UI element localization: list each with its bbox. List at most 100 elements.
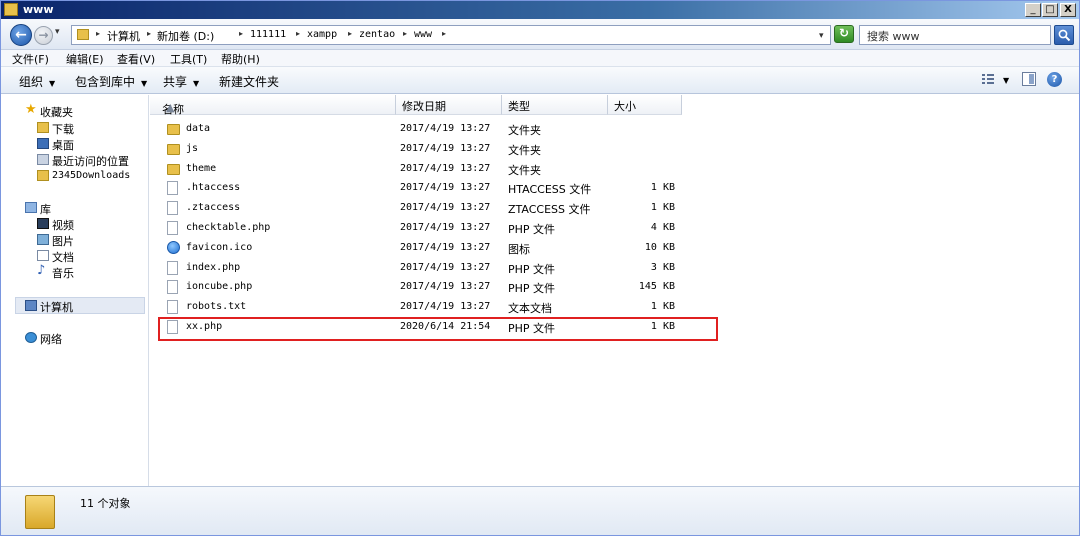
file-row[interactable]: js 2017/4/19 13:27 文件夹	[159, 141, 859, 159]
refresh-button[interactable]: ↻	[834, 25, 854, 43]
nav-downloads-label: 下载	[52, 123, 74, 136]
breadcrumb-xampp[interactable]: xampp	[307, 29, 337, 40]
nav-videos-label: 视频	[52, 219, 74, 232]
nav-documents-label: 文档	[52, 251, 74, 264]
file-name: .ztaccess	[186, 202, 241, 214]
nav-network-label: 网络	[40, 333, 62, 346]
nav-desktop-label: 桌面	[52, 139, 74, 152]
library-icon	[25, 202, 37, 213]
highlight-box	[158, 317, 718, 341]
column-header-type[interactable]: 类型	[502, 95, 608, 115]
menu-edit[interactable]: 编辑(E)	[66, 51, 104, 67]
new-folder-button[interactable]: 新建文件夹	[219, 73, 279, 90]
arrow-right-icon: →	[38, 28, 49, 42]
folder-icon	[77, 29, 89, 40]
file-date: 2017/4/19 13:27	[400, 182, 491, 194]
share-label: 共享	[163, 75, 188, 89]
file-name: js	[186, 142, 199, 154]
chevron-right-icon[interactable]: ▸	[96, 29, 100, 38]
include-library-button[interactable]: 包含到库中 ▼	[75, 73, 147, 90]
organize-button[interactable]: 组织 ▼	[19, 73, 55, 90]
file-name: index.php	[186, 261, 241, 273]
file-row[interactable]: robots.txt 2017/4/19 13:27 文本文档 1 KB	[159, 299, 859, 317]
file-row[interactable]: index.php 2017/4/19 13:27 PHP 文件 3 KB	[159, 260, 859, 278]
file-icon	[167, 221, 178, 235]
file-size: 145 KB	[638, 281, 675, 293]
desktop-icon	[37, 138, 49, 149]
forward-button[interactable]: →	[34, 26, 53, 45]
file-row[interactable]: data 2017/4/19 13:27 文件夹	[159, 121, 859, 139]
back-button[interactable]: ←	[10, 24, 32, 46]
column-header-name[interactable]: 名称 ▲	[150, 95, 396, 116]
search-input[interactable]: 搜索 www	[859, 25, 1051, 45]
file-type: PHP 文件	[508, 282, 556, 296]
file-type: ZTACCESS 文件	[508, 203, 591, 217]
column-type-label: 类型	[508, 100, 530, 113]
maximize-button[interactable]: □	[1042, 3, 1058, 17]
file-row[interactable]: checktable.php 2017/4/19 13:27 PHP 文件 4 KB	[159, 220, 859, 238]
file-type: 文件夹	[508, 124, 541, 137]
file-date: 2017/4/19 13:27	[400, 301, 491, 313]
chevron-down-icon: ▼	[193, 79, 200, 88]
file-date: 2017/4/19 13:27	[400, 123, 491, 134]
details-pane: 11 个对象	[1, 486, 1079, 535]
file-row[interactable]: ioncube.php 2017/4/19 13:27 PHP 文件 145 KB	[159, 279, 859, 297]
view-options-dropdown[interactable]: ▼	[1003, 76, 1009, 85]
file-size: 3 KB	[650, 261, 675, 273]
search-button[interactable]	[1054, 25, 1074, 45]
network-icon	[25, 332, 37, 343]
close-button[interactable]: X	[1060, 3, 1076, 17]
file-icon	[167, 260, 178, 275]
nav-recent-places-label: 最近访问的位置	[52, 155, 129, 168]
file-date: 2017/4/19 13:27	[400, 241, 491, 253]
breadcrumb-drive[interactable]: 新加卷 (D:)	[157, 28, 214, 44]
explorer-window: www _ □ X ← → ▾ ▸ 计算机 ▸ 新加卷 (D:) ▸ 11111…	[0, 0, 1080, 536]
computer-icon	[25, 300, 37, 311]
chevron-right-icon[interactable]: ▸	[348, 29, 352, 38]
title-bar[interactable]: www _ □ X	[1, 1, 1079, 19]
chevron-right-icon[interactable]: ▸	[147, 29, 151, 38]
address-history-dropdown[interactable]: ▾	[819, 31, 824, 41]
chevron-right-icon[interactable]: ▸	[296, 29, 300, 38]
file-type: 文件夹	[508, 163, 541, 177]
preview-pane-button[interactable]	[1022, 72, 1036, 86]
folder-icon	[4, 3, 18, 16]
breadcrumb-111111[interactable]: 111111	[250, 29, 286, 40]
menu-view[interactable]: 查看(V)	[117, 51, 155, 67]
minimize-button[interactable]: _	[1025, 3, 1041, 17]
address-row: ← → ▾ ▸ 计算机 ▸ 新加卷 (D:) ▸ 111111 ▸ xampp …	[1, 19, 1079, 50]
address-bar[interactable]: ▸ 计算机 ▸ 新加卷 (D:) ▸ 111111 ▸ xampp ▸ zent…	[71, 25, 831, 45]
file-icon	[167, 280, 178, 295]
menu-file[interactable]: 文件(F)	[12, 51, 49, 67]
nav-2345downloads-label: 2345Downloads	[52, 170, 131, 181]
chevron-right-icon[interactable]: ▸	[403, 29, 407, 38]
menu-tools[interactable]: 工具(T)	[170, 51, 207, 67]
window-title: www	[23, 3, 54, 16]
file-icon	[167, 201, 178, 216]
column-header-size[interactable]: 大小	[608, 95, 682, 115]
file-row[interactable]: theme 2017/4/19 13:27 文件夹	[159, 161, 859, 179]
change-view-button[interactable]	[981, 72, 995, 86]
file-name: favicon.ico	[186, 241, 253, 253]
file-row[interactable]: .htaccess 2017/4/19 13:27 HTACCESS 文件 1 KB	[159, 180, 859, 198]
share-button[interactable]: 共享 ▼	[163, 73, 199, 90]
file-row[interactable]: .ztaccess 2017/4/19 13:27 ZTACCESS 文件 1 KB	[159, 200, 859, 218]
breadcrumb-www[interactable]: www	[414, 29, 432, 40]
file-type: HTACCESS 文件	[508, 183, 592, 197]
column-header-date[interactable]: 修改日期	[396, 95, 502, 115]
file-row[interactable]: favicon.ico 2017/4/19 13:27 图标 10 KB	[159, 240, 859, 258]
help-icon[interactable]: ?	[1047, 72, 1062, 87]
nav-music-label: 音乐	[52, 267, 74, 280]
file-name: theme	[186, 162, 217, 174]
menu-bar: 文件(F) 编辑(E) 查看(V) 工具(T) 帮助(H)	[1, 50, 1079, 67]
chevron-right-icon[interactable]: ▸	[442, 29, 446, 38]
chevron-right-icon[interactable]: ▸	[239, 29, 243, 38]
menu-help[interactable]: 帮助(H)	[221, 51, 260, 67]
recent-pages-dropdown[interactable]: ▾	[55, 27, 60, 37]
breadcrumb-zentao[interactable]: zentao	[359, 29, 395, 40]
file-name: checktable.php	[186, 222, 271, 233]
breadcrumb-computer[interactable]: 计算机	[107, 28, 140, 44]
nav-computer-label: 计算机	[40, 301, 73, 314]
folder-icon	[167, 143, 180, 155]
include-library-label: 包含到库中	[75, 75, 136, 89]
